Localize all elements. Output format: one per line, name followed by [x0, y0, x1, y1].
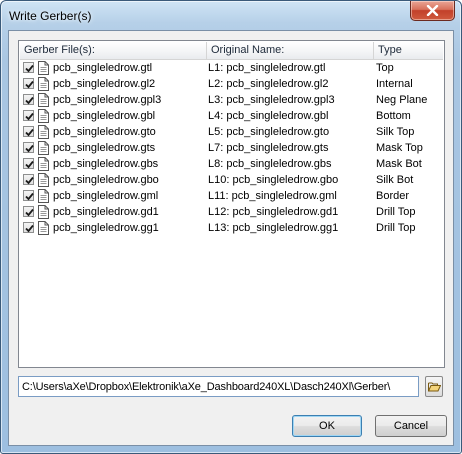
layer-type: Drill Top — [376, 222, 416, 234]
layer-type: Silk Top — [376, 126, 415, 138]
original-name: L4: pcb_singleledrow.gbl — [208, 110, 329, 122]
table-row[interactable]: pcb_singleledrow.gto L5: pcb_singleledrow… — [20, 124, 443, 140]
original-name: L2: pcb_singleledrow.gl2 — [208, 78, 329, 90]
row-checkbox[interactable] — [23, 110, 34, 121]
layer-type: Top — [376, 62, 394, 74]
original-name: L13: pcb_singleledrow.gg1 — [208, 222, 339, 234]
folder-open-icon — [428, 382, 441, 392]
original-name: L5: pcb_singleledrow.gto — [208, 126, 330, 138]
original-name: L11: pcb_singleledrow.gml — [208, 190, 337, 202]
table-row[interactable]: pcb_singleledrow.gts L7: pcb_singleledrow… — [20, 140, 443, 156]
layer-type: Mask Top — [376, 142, 423, 154]
original-name: L3: pcb_singleledrow.gpl3 — [208, 94, 335, 106]
row-checkbox[interactable] — [23, 158, 34, 169]
cancel-button[interactable]: Cancel — [375, 415, 447, 437]
row-checkbox[interactable] — [23, 190, 34, 201]
check-icon — [25, 224, 34, 233]
check-icon — [25, 80, 34, 89]
gerber-file-name: pcb_singleledrow.gg1 — [53, 222, 159, 234]
row-checkbox[interactable] — [23, 78, 34, 89]
check-icon — [25, 64, 34, 73]
layer-type: Silk Bot — [376, 174, 414, 186]
check-icon — [25, 192, 34, 201]
check-icon — [25, 112, 34, 121]
browse-button[interactable] — [425, 376, 443, 397]
layer-type: Internal — [376, 78, 413, 90]
gerber-file-name: pcb_singleledrow.gd1 — [53, 206, 159, 218]
gerber-file-name: pcb_singleledrow.gl2 — [53, 78, 156, 90]
table-row[interactable]: pcb_singleledrow.gg1 L13: pcb_singleledro… — [20, 220, 443, 236]
check-icon — [25, 144, 34, 153]
gerber-file-name: pcb_singleledrow.gpl3 — [53, 94, 162, 106]
gerber-file-name: pcb_singleledrow.gbs — [53, 158, 159, 170]
gerber-file-name: pcb_singleledrow.gto — [53, 126, 156, 138]
table-row[interactable]: pcb_singleledrow.gbl L4: pcb_singleledrow… — [20, 108, 443, 124]
row-checkbox[interactable] — [23, 142, 34, 153]
gerber-file-name: pcb_singleledrow.gts — [53, 142, 156, 154]
gerber-file-name: pcb_singleledrow.gbl — [53, 110, 156, 122]
column-header-type[interactable]: Type — [374, 42, 443, 59]
row-checkbox[interactable] — [23, 62, 34, 73]
output-path-input[interactable] — [18, 376, 419, 397]
check-icon — [25, 160, 34, 169]
dialog-window: Write Gerber(s) Gerber File(s): Original… — [0, 0, 462, 454]
table-row[interactable]: pcb_singleledrow.gl2 L2: pcb_singleledrow… — [20, 76, 443, 92]
table-row[interactable]: pcb_singleledrow.gbs L8: pcb_singleledrow… — [20, 156, 443, 172]
list-header: Gerber File(s): Original Name: Type — [20, 42, 443, 60]
check-icon — [25, 96, 34, 105]
ok-button[interactable]: OK — [292, 415, 362, 437]
row-checkbox[interactable] — [23, 222, 34, 233]
table-row[interactable]: pcb_singleledrow.gpl3 L3: pcb_singleledro… — [20, 92, 443, 108]
table-row[interactable]: pcb_singleledrow.gd1 L12: pcb_singleledro… — [20, 204, 443, 220]
column-header-original-name[interactable]: Original Name: — [207, 42, 374, 59]
original-name: L7: pcb_singleledrow.gts — [208, 142, 329, 154]
layer-type: Bottom — [376, 110, 411, 122]
gerber-file-name: pcb_singleledrow.gtl — [53, 62, 153, 74]
column-header-gerber-files[interactable]: Gerber File(s): — [20, 42, 207, 59]
table-row[interactable]: pcb_singleledrow.gml L11: pcb_singleledro… — [20, 188, 443, 204]
original-name: L12: pcb_singleledrow.gd1 — [208, 206, 339, 218]
window-title: Write Gerber(s) — [9, 9, 92, 23]
list-rows: pcb_singleledrow.gtl L1: pcb_singleledrow… — [20, 60, 443, 236]
check-icon — [25, 128, 34, 137]
gerber-file-name: pcb_singleledrow.gml — [53, 190, 159, 202]
original-name: L1: pcb_singleledrow.gtl — [208, 62, 326, 74]
check-icon — [25, 176, 34, 185]
title-bar[interactable]: Write Gerber(s) — [1, 1, 461, 29]
layer-type: Neg Plane — [376, 94, 428, 106]
row-checkbox[interactable] — [23, 126, 34, 137]
layer-type: Border — [376, 190, 410, 202]
layer-type: Drill Top — [376, 206, 416, 218]
row-checkbox[interactable] — [23, 174, 34, 185]
close-icon — [426, 5, 439, 16]
check-icon — [25, 208, 34, 217]
close-button[interactable] — [410, 1, 455, 21]
document-icon — [38, 221, 49, 240]
row-checkbox[interactable] — [23, 94, 34, 105]
table-row[interactable]: pcb_singleledrow.gbo L10: pcb_singleledro… — [20, 172, 443, 188]
dialog-body: Gerber File(s): Original Name: Type pcb_… — [8, 30, 454, 446]
original-name: L8: pcb_singleledrow.gbs — [208, 158, 332, 170]
gerber-file-name: pcb_singleledrow.gbo — [53, 174, 159, 186]
gerber-file-list[interactable]: Gerber File(s): Original Name: Type pcb_… — [18, 40, 445, 368]
row-checkbox[interactable] — [23, 206, 34, 217]
table-row[interactable]: pcb_singleledrow.gtl L1: pcb_singleledrow… — [20, 60, 443, 76]
layer-type: Mask Bot — [376, 158, 422, 170]
original-name: L10: pcb_singleledrow.gbo — [208, 174, 339, 186]
